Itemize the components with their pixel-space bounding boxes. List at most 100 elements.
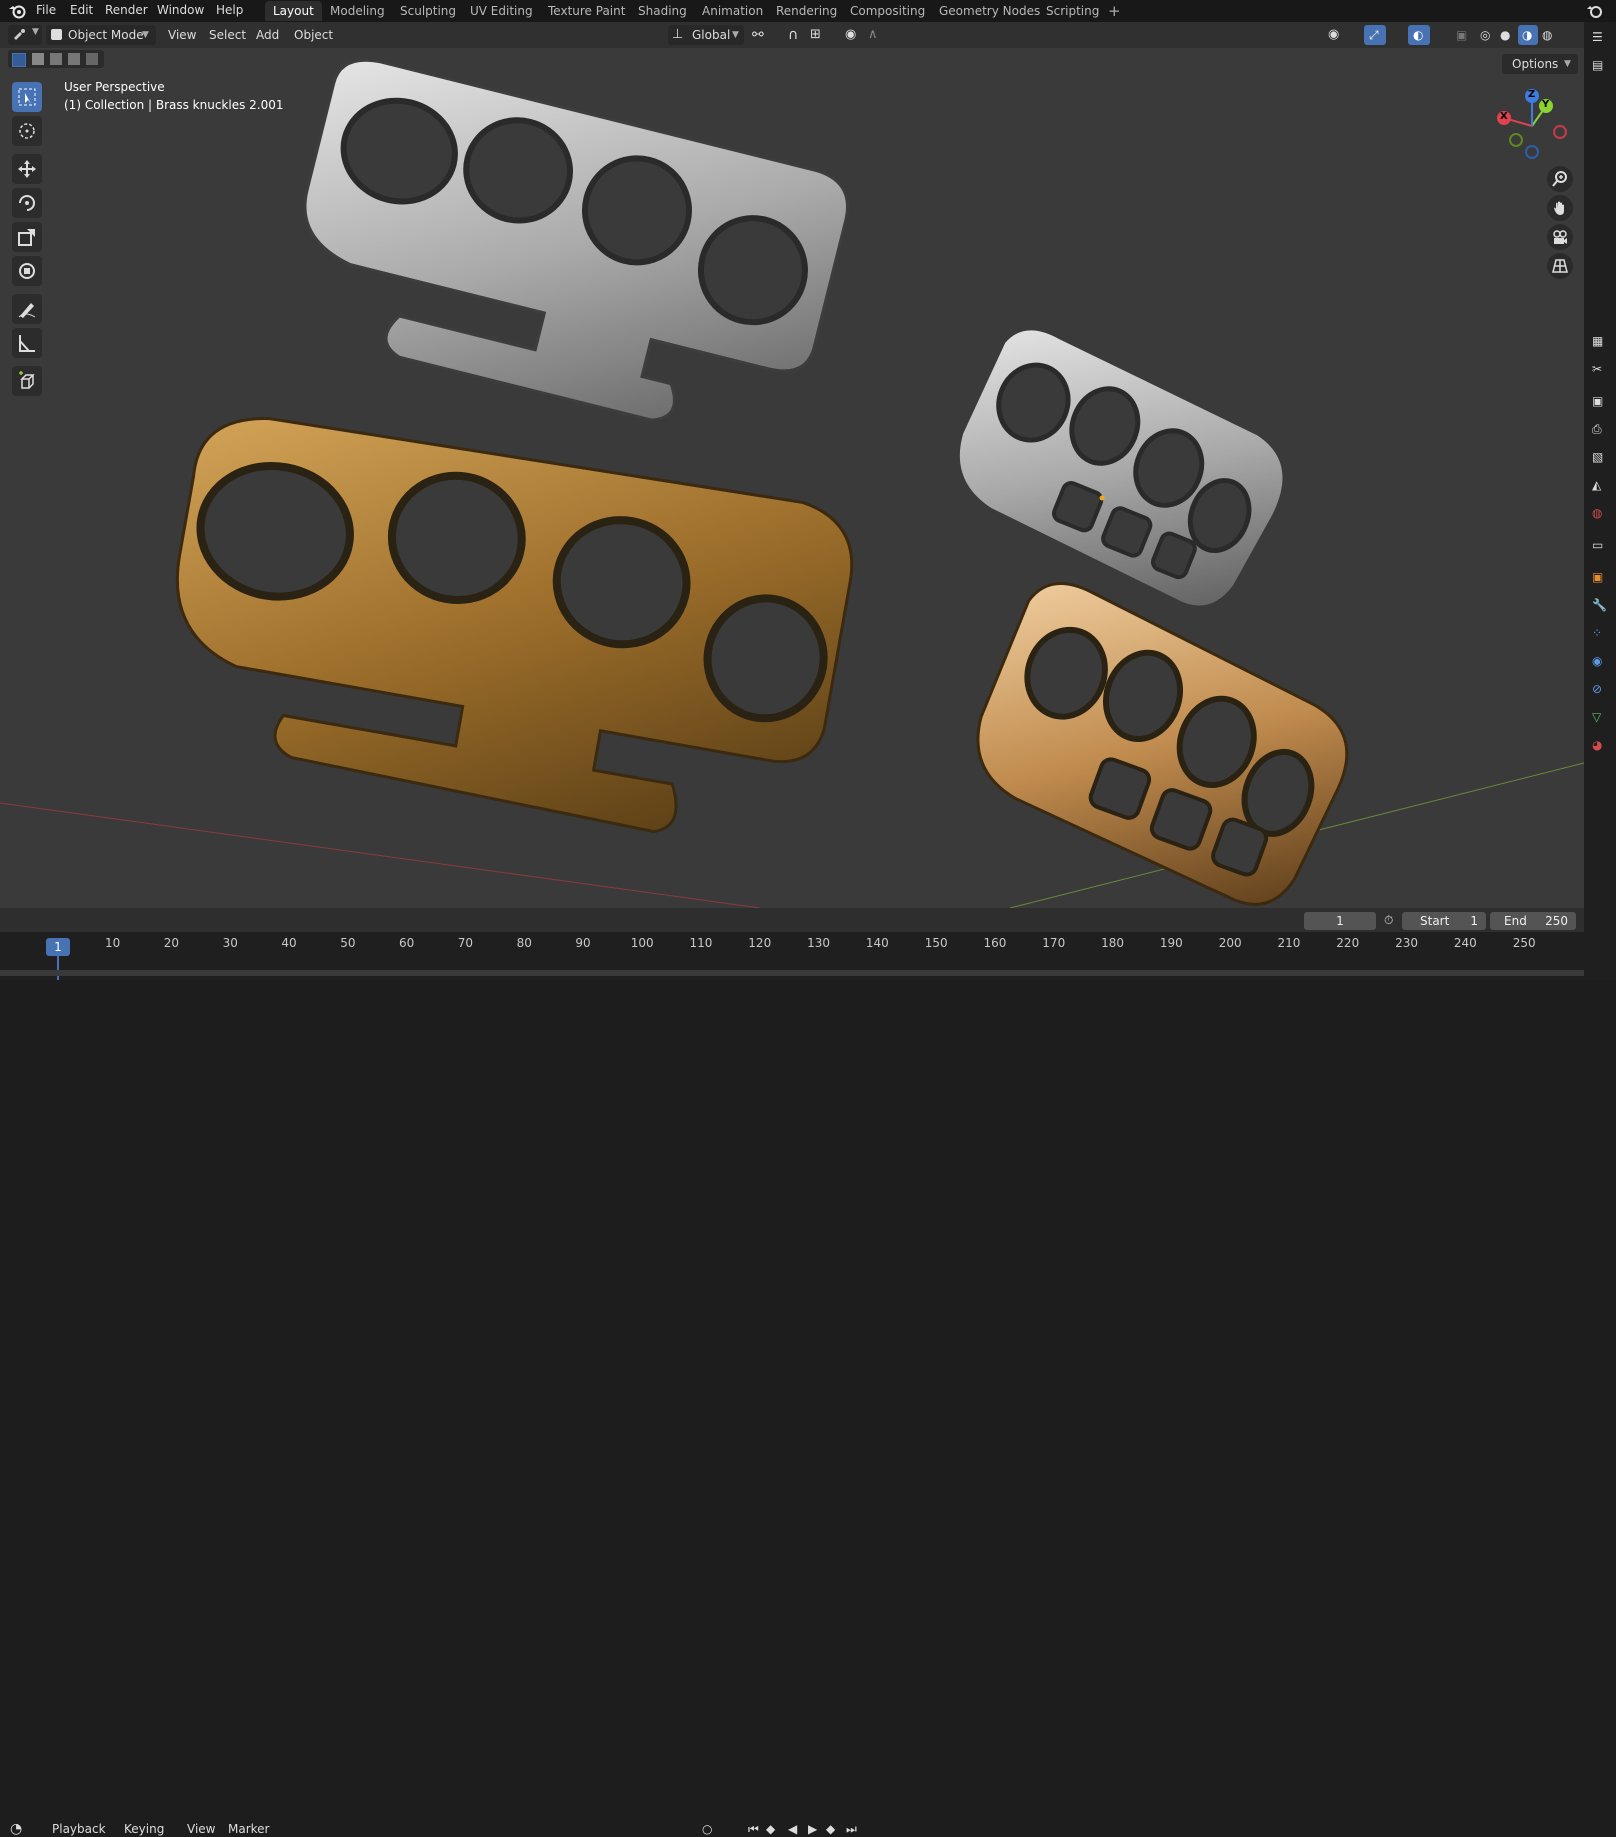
menu-object[interactable]: Object [294,26,333,44]
end-frame-field[interactable]: End 250 [1490,912,1576,930]
prev-keyframe-icon[interactable]: ◆ [766,1821,775,1837]
menu-edit[interactable]: Edit [70,0,93,22]
menu-add[interactable]: Add [256,26,279,44]
tab-modeling[interactable]: Modeling [322,1,393,21]
overlay-toggle-button[interactable]: ◐ [1408,25,1430,45]
data-properties-icon[interactable]: ▽ [1592,710,1608,726]
scale-tool[interactable] [12,222,42,252]
falloff-icon[interactable]: ∧ [868,26,878,44]
current-frame-field[interactable]: 1 [1304,912,1376,930]
pivot-icon[interactable]: ⚯ [752,26,764,44]
select-invert-icon[interactable] [68,53,80,65]
modifier-properties-icon[interactable]: 🔧 [1592,598,1608,614]
tab-compositing[interactable]: Compositing [842,1,933,21]
play-reverse-icon[interactable]: ◀ [788,1821,797,1837]
transform-orientation-dropdown[interactable]: ⊥ Global ▼ [668,25,744,45]
tool-settings-icon[interactable]: ✂ [1592,362,1608,378]
playhead[interactable]: 1 [46,938,70,956]
options-dropdown[interactable]: Options ▼ [1502,54,1578,74]
world-properties-icon[interactable]: ◍ [1592,506,1608,522]
3d-viewport[interactable]: User Perspective (1) Collection | Brass … [0,48,1584,908]
move-tool[interactable] [12,154,42,184]
perspective-toggle-button[interactable] [1547,253,1573,279]
tab-texture-paint[interactable]: Texture Paint [540,1,633,21]
cursor-tool[interactable] [12,116,42,146]
physics-icon[interactable]: ◉ [1592,654,1608,670]
transform-tool[interactable] [12,256,42,286]
timeline-editor-icon[interactable]: ◔ [10,1821,22,1837]
collection-properties-icon[interactable]: ▭ [1592,538,1608,554]
menu-help[interactable]: Help [216,0,243,22]
blender-logo-icon[interactable] [8,3,26,19]
snap-icon[interactable]: ∩ [788,26,798,44]
tab-shading[interactable]: Shading [630,1,695,21]
select-box-tool[interactable] [12,82,42,112]
particles-icon[interactable]: ⁘ [1592,626,1608,642]
wireframe-shading-icon[interactable]: ◎ [1480,26,1490,44]
measure-tool[interactable] [12,328,42,358]
start-frame-field[interactable]: Start 1 [1402,912,1486,930]
scene-icon [1587,6,1602,18]
menu-select[interactable]: Select [209,26,246,44]
editor-type-button[interactable]: ▼ [8,25,42,45]
view-layer-icon[interactable]: ▧ [1592,450,1608,466]
zoom-button[interactable] [1547,166,1573,192]
annotate-tool[interactable] [12,294,42,324]
gizmo-toggle-button[interactable]: ⤢ [1364,25,1386,45]
filter-icon[interactable]: ▤ [1592,58,1608,74]
menu-marker[interactable]: Marker [228,1821,269,1837]
jump-start-icon[interactable]: ⏮ [748,1821,759,1837]
properties-editor-icon[interactable]: ▦ [1592,334,1608,350]
pan-button[interactable] [1547,195,1573,221]
tab-sculpting[interactable]: Sculpting [392,1,464,21]
snap-target-icon[interactable]: ⊞ [810,26,821,44]
menu-window[interactable]: Window [157,0,204,22]
jump-end-icon[interactable]: ⏭ [846,1821,857,1837]
menu-timeline-view[interactable]: View [187,1821,215,1837]
tab-rendering[interactable]: Rendering [768,1,845,21]
select-intersect-icon[interactable] [86,53,98,65]
rotate-tool[interactable] [12,188,42,218]
render-properties-icon[interactable]: ▣ [1592,394,1608,410]
mode-dropdown[interactable]: Object Mode ▼ [46,25,156,45]
output-properties-icon[interactable]: ⎙ [1592,422,1608,438]
solid-shading-icon[interactable]: ● [1500,26,1510,44]
scene-selector[interactable] [1578,0,1616,22]
select-subtract-icon[interactable] [50,53,62,65]
start-label: Start [1420,914,1450,928]
material-shading-button[interactable]: ◑ [1518,25,1538,45]
tab-layout[interactable]: Layout [265,1,322,21]
tab-uv-editing[interactable]: UV Editing [462,1,541,21]
tab-animation[interactable]: Animation [694,1,771,21]
add-workspace-button[interactable]: + [1108,0,1121,22]
play-icon[interactable]: ▶ [808,1821,817,1837]
constraints-icon[interactable]: ⊘ [1592,682,1608,698]
chevron-down-icon: ▼ [732,30,739,40]
zoom-icon [1552,171,1567,187]
select-new-icon[interactable] [12,53,26,67]
camera-view-button[interactable] [1547,224,1573,250]
select-extend-icon[interactable] [32,53,44,65]
tab-scripting[interactable]: Scripting [1038,1,1107,21]
material-properties-icon[interactable]: ◕ [1592,738,1608,754]
gizmo-y-label: Y [1542,99,1550,110]
auto-key-icon[interactable]: ○ [702,1821,712,1837]
object-properties-icon[interactable]: ▣ [1592,570,1608,586]
timer-icon[interactable]: ⏱ [1384,912,1393,928]
add-cube-tool[interactable] [12,366,42,396]
menu-keying[interactable]: Keying [124,1821,164,1837]
outliner-icon[interactable]: ☰ [1592,30,1608,46]
menu-file[interactable]: File [36,0,56,22]
navigation-gizmo[interactable]: X Y Z [1490,88,1570,168]
visibility-icon[interactable]: ◉ [1328,26,1339,44]
tab-geometry-nodes[interactable]: Geometry Nodes [931,1,1048,21]
next-keyframe-icon[interactable]: ◆ [826,1821,835,1837]
timeline-scrollbar[interactable] [0,970,1584,976]
proportional-edit-icon[interactable]: ◉ [845,26,856,44]
menu-render[interactable]: Render [105,0,148,22]
scene-properties-icon[interactable]: ◭ [1592,478,1608,494]
menu-playback[interactable]: Playback [52,1821,106,1837]
rendered-shading-icon[interactable]: ◍ [1542,26,1552,44]
xray-icon[interactable]: ▣ [1456,26,1467,44]
menu-view[interactable]: View [168,26,196,44]
